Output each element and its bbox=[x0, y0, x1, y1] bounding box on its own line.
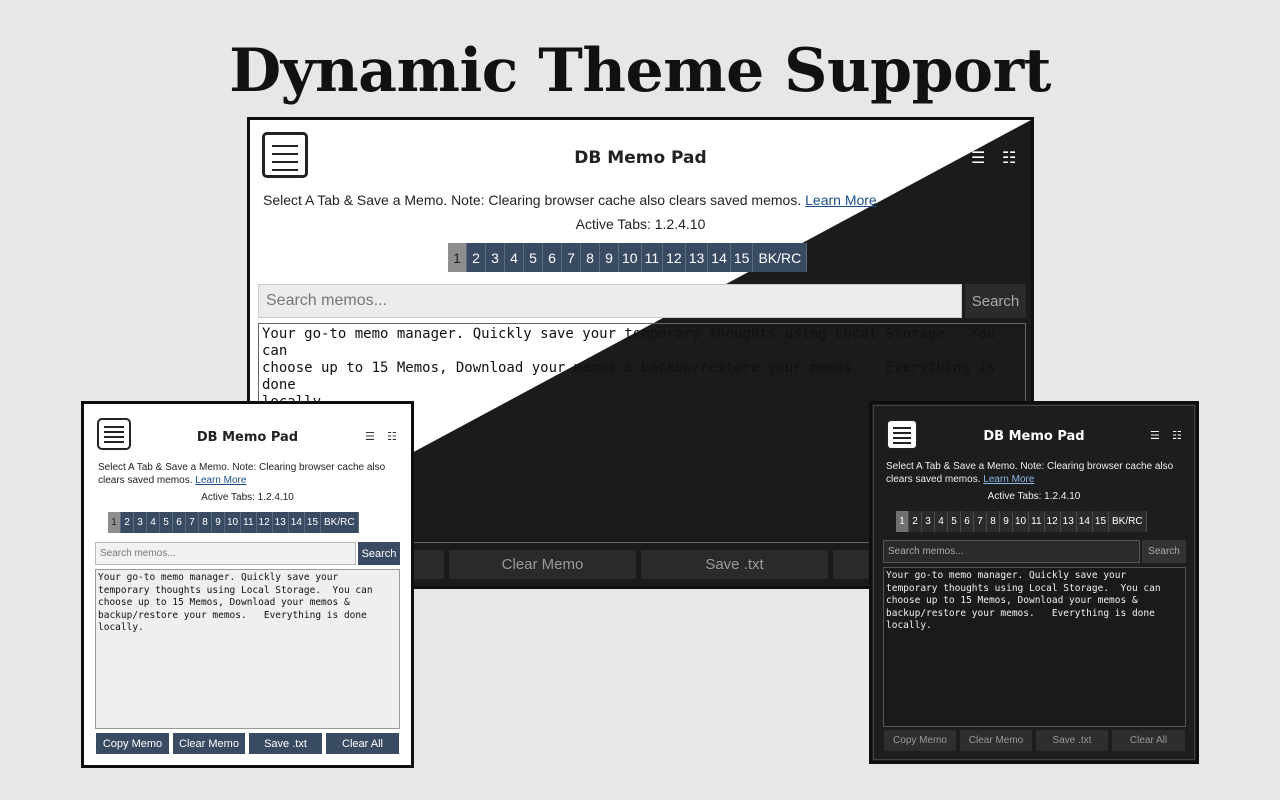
copy-memo-button[interactable]: Copy Memo bbox=[96, 733, 169, 754]
tab-8[interactable]: 8 bbox=[581, 243, 600, 272]
clear-memo-button[interactable]: Clear Memo bbox=[173, 733, 245, 754]
tab-9[interactable]: 9 bbox=[1000, 511, 1013, 532]
headline: Dynamic Theme Support bbox=[229, 36, 1051, 106]
app-title: DB Memo Pad bbox=[983, 429, 1085, 444]
save-txt-button[interactable]: Save .txt bbox=[249, 733, 322, 754]
clear-all-button[interactable]: Clear All bbox=[326, 733, 399, 754]
tab-15[interactable]: 15 bbox=[1092, 511, 1110, 532]
tab-8[interactable]: 8 bbox=[199, 512, 212, 533]
tab-1[interactable]: 1 bbox=[108, 512, 121, 533]
copy-memo-button[interactable]: Copy Memo bbox=[884, 730, 956, 751]
tab-13[interactable]: 13 bbox=[1060, 511, 1077, 532]
search-button[interactable]: Search bbox=[1142, 540, 1186, 563]
tab-4[interactable]: 4 bbox=[147, 512, 160, 533]
instructions-note: Select A Tab & Save a Memo. Note: Cleari… bbox=[263, 192, 877, 208]
search-input[interactable]: Search memos... bbox=[95, 542, 356, 565]
memo-textarea[interactable]: Your go-to memo manager. Quickly save yo… bbox=[95, 569, 400, 729]
tab-1[interactable]: 1 bbox=[448, 243, 467, 272]
grid-icon[interactable]: ☷ bbox=[387, 430, 397, 443]
tab-12[interactable]: 12 bbox=[663, 243, 686, 272]
action-bar: Copy Memo Clear Memo Save .txt Clear All bbox=[884, 730, 1189, 751]
dark-theme-window: DB Memo Pad ☰ ☷ Select A Tab & Save a Me… bbox=[869, 401, 1199, 764]
menu-icon[interactable]: ☰ bbox=[365, 430, 375, 443]
tab-14[interactable]: 14 bbox=[1076, 511, 1093, 532]
tab-11[interactable]: 11 bbox=[641, 243, 664, 272]
memo-tabs: 1 2 3 4 5 6 7 8 9 10 11 12 13 14 15 BK/R… bbox=[108, 512, 359, 533]
tab-8[interactable]: 8 bbox=[987, 511, 1000, 532]
instructions-note: Select A Tab & Save a Memo. Note: Cleari… bbox=[886, 461, 1174, 485]
tab-14[interactable]: 14 bbox=[708, 243, 731, 272]
tab-7[interactable]: 7 bbox=[562, 243, 581, 272]
tab-6[interactable]: 6 bbox=[961, 511, 974, 532]
tab-9[interactable]: 9 bbox=[600, 243, 619, 272]
tab-13[interactable]: 13 bbox=[272, 512, 289, 533]
clear-memo-button[interactable]: Clear Memo bbox=[449, 550, 636, 579]
tab-5[interactable]: 5 bbox=[948, 511, 961, 532]
tab-12[interactable]: 12 bbox=[1044, 511, 1061, 532]
search-input[interactable]: Search memos... bbox=[883, 540, 1140, 563]
tab-3[interactable]: 3 bbox=[922, 511, 935, 532]
search-input[interactable]: Search memos... bbox=[258, 284, 962, 318]
tab-14[interactable]: 14 bbox=[288, 512, 305, 533]
search-button[interactable]: Search bbox=[358, 542, 400, 565]
active-tabs-label: Active Tabs: 1.2.4.10 bbox=[575, 216, 706, 232]
tab-6[interactable]: 6 bbox=[543, 243, 562, 272]
tab-12[interactable]: 12 bbox=[256, 512, 273, 533]
tab-6[interactable]: 6 bbox=[173, 512, 186, 533]
learn-more-link[interactable]: Learn More bbox=[983, 474, 1034, 485]
menu-icon[interactable]: ☰ bbox=[1150, 429, 1160, 442]
search-button[interactable]: Search bbox=[965, 284, 1026, 318]
tab-10[interactable]: 10 bbox=[225, 512, 242, 533]
memo-tabs: 1 2 3 4 5 6 7 8 9 10 11 12 13 14 15 BK/R… bbox=[448, 243, 808, 272]
tab-5[interactable]: 5 bbox=[524, 243, 543, 272]
active-tabs-label: Active Tabs: 1.2.4.10 bbox=[201, 492, 294, 503]
tab-2[interactable]: 2 bbox=[467, 243, 486, 272]
learn-more-link[interactable]: Learn More bbox=[805, 192, 877, 208]
tab-3[interactable]: 3 bbox=[134, 512, 147, 533]
menu-icon[interactable]: ☰ bbox=[971, 148, 985, 167]
save-txt-button[interactable]: Save .txt bbox=[641, 550, 828, 579]
save-txt-button[interactable]: Save .txt bbox=[1036, 730, 1108, 751]
tab-4[interactable]: 4 bbox=[935, 511, 948, 532]
tab-1[interactable]: 1 bbox=[896, 511, 909, 532]
light-theme-window: DB Memo Pad ☰ ☷ Select A Tab & Save a Me… bbox=[81, 401, 414, 768]
tab-13[interactable]: 13 bbox=[685, 243, 709, 272]
tab-2[interactable]: 2 bbox=[121, 512, 134, 533]
grid-icon[interactable]: ☷ bbox=[1002, 148, 1016, 167]
action-bar: Copy Memo Clear Memo Save .txt Clear All bbox=[96, 733, 403, 754]
tab-7[interactable]: 7 bbox=[974, 511, 987, 532]
clear-memo-button[interactable]: Clear Memo bbox=[960, 730, 1032, 751]
tab-10[interactable]: 10 bbox=[619, 243, 642, 272]
tab-backup-restore[interactable]: BK/RC bbox=[321, 512, 359, 533]
tab-9[interactable]: 9 bbox=[212, 512, 225, 533]
memo-textarea[interactable]: Your go-to memo manager. Quickly save yo… bbox=[883, 567, 1186, 727]
tab-15[interactable]: 15 bbox=[304, 512, 322, 533]
grid-icon[interactable]: ☷ bbox=[1172, 429, 1182, 442]
active-tabs-label: Active Tabs: 1.2.4.10 bbox=[987, 491, 1081, 502]
tab-11[interactable]: 11 bbox=[1029, 511, 1045, 532]
tab-backup-restore[interactable]: BK/RC bbox=[753, 243, 808, 272]
tab-5[interactable]: 5 bbox=[160, 512, 173, 533]
tab-backup-restore[interactable]: BK/RC bbox=[1109, 511, 1147, 532]
learn-more-link[interactable]: Learn More bbox=[195, 475, 246, 486]
tab-4[interactable]: 4 bbox=[505, 243, 524, 272]
tab-15[interactable]: 15 bbox=[730, 243, 754, 272]
app-title: DB Memo Pad bbox=[196, 430, 299, 445]
tab-3[interactable]: 3 bbox=[486, 243, 505, 272]
app-title: DB Memo Pad bbox=[574, 148, 707, 168]
tab-7[interactable]: 7 bbox=[186, 512, 199, 533]
tab-11[interactable]: 11 bbox=[241, 512, 257, 533]
tab-10[interactable]: 10 bbox=[1013, 511, 1030, 532]
instructions-note: Select A Tab & Save a Memo. Note: Cleari… bbox=[98, 462, 386, 486]
clear-all-button[interactable]: Clear All bbox=[1112, 730, 1185, 751]
tab-2[interactable]: 2 bbox=[909, 511, 922, 532]
memo-tabs: 1 2 3 4 5 6 7 8 9 10 11 12 13 14 15 BK/R… bbox=[896, 511, 1147, 532]
